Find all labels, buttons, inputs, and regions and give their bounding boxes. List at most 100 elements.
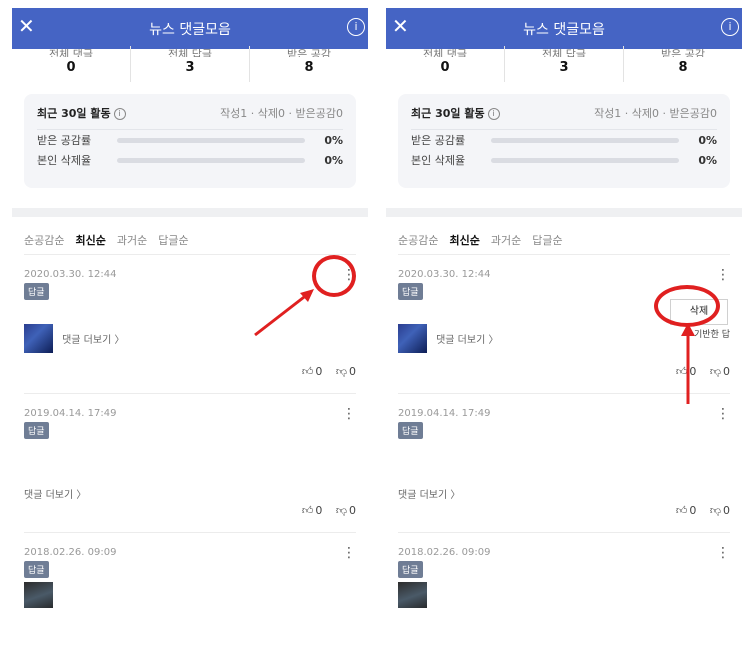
sort-tab-active[interactable]: 최신순 xyxy=(75,232,105,254)
rate-bar xyxy=(117,137,305,143)
article-thumbnail[interactable] xyxy=(24,324,53,353)
rate-row: 받은 공감률 0% xyxy=(411,130,717,150)
header-bar: ✕ 뉴스 댓글모음 i xyxy=(386,8,742,49)
sort-tabs: 순공감순 최신순 과거순 답글순 xyxy=(398,217,730,255)
stat-value: 0 xyxy=(440,60,450,75)
rate-bar xyxy=(491,157,679,163)
like-button[interactable]: 👍︎ 0 xyxy=(676,504,697,517)
reply-badge: 답글 xyxy=(398,561,423,578)
stat-replies: 전체 답글 3 xyxy=(504,46,623,82)
rate-bar xyxy=(491,137,679,143)
annotation-arrow-left xyxy=(254,289,314,337)
stat-label: 받은 공감 xyxy=(287,48,331,57)
activity-card: 최근 30일 활동 i 작성1 · 삭제0 · 받은공감0 받은 공감률 0% 본… xyxy=(398,94,730,188)
reply-badge: 답글 xyxy=(24,561,49,578)
header-bar: ✕ 뉴스 댓글모음 i xyxy=(12,8,368,49)
stat-label: 전체 댓글 xyxy=(423,48,467,57)
info-icon[interactable]: i xyxy=(721,18,739,36)
help-icon[interactable]: i xyxy=(113,108,126,120)
vote-buttons: 👍︎ 0 👎︎ 0 xyxy=(292,504,356,517)
sort-tab[interactable]: 과거순 xyxy=(117,232,147,254)
stats-row: 전체 댓글 0 전체 답글 3 받은 공감 8 xyxy=(12,46,368,82)
stat-comments: 전체 댓글 0 xyxy=(12,46,130,82)
vote-buttons: 👍︎ 0 👎︎ 0 xyxy=(292,365,356,378)
sort-tabs: 순공감순 최신순 과거순 답글순 xyxy=(24,217,356,255)
rate-value: 0% xyxy=(324,153,343,167)
page-title: 뉴스 댓글모음 xyxy=(149,22,231,38)
sort-tab[interactable]: 답글순 xyxy=(158,232,188,254)
rate-row: 본인 삭제율 0% xyxy=(411,150,717,170)
comment-item: 2018.02.26. 09:09 답글 ⋮ xyxy=(398,533,730,608)
more-options-icon[interactable]: ⋮ xyxy=(342,407,356,421)
section-divider xyxy=(12,208,368,217)
vote-buttons: 👍︎ 0 👎︎ 0 xyxy=(666,504,730,517)
activity-summary: 작성1 · 삭제0 · 받은공감0 xyxy=(594,107,717,120)
activity-title: 최근 30일 활동 i xyxy=(411,105,500,129)
rate-value: 0% xyxy=(698,153,717,167)
more-replies-link[interactable]: 댓글 더보기 〉 xyxy=(24,486,86,501)
reply-badge: 답글 xyxy=(398,422,423,439)
more-options-icon[interactable]: ⋮ xyxy=(716,546,730,560)
annotation-arrow-right xyxy=(681,323,695,404)
stat-value: 3 xyxy=(559,60,569,75)
comment-date: 2019.04.14. 17:49 xyxy=(24,408,117,419)
comment-item: 2019.04.14. 17:49 답글 ⋮ 댓글 더보기 〉 👍︎ 0 👎︎ 0 xyxy=(398,394,730,533)
dislike-button[interactable]: 👎︎ 0 xyxy=(336,504,356,517)
rate-label: 받은 공감률 xyxy=(411,134,466,147)
section-divider xyxy=(386,208,742,217)
stat-label: 전체 답글 xyxy=(168,48,212,57)
comment-date: 2018.02.26. 09:09 xyxy=(398,547,491,558)
sort-tab[interactable]: 과거순 xyxy=(491,232,521,254)
comment-date: 2018.02.26. 09:09 xyxy=(24,547,117,558)
stat-value: 8 xyxy=(678,60,688,75)
highlight-ring-delete xyxy=(654,285,720,327)
sort-tab[interactable]: 순공감순 xyxy=(24,232,64,254)
help-icon[interactable]: i xyxy=(487,108,500,120)
activity-card: 최근 30일 활동 i 작성1 · 삭제0 · 받은공감0 받은 공감률 0% 본… xyxy=(24,94,356,188)
stat-value: 3 xyxy=(185,60,195,75)
more-options-icon[interactable]: ⋮ xyxy=(716,268,730,282)
more-options-icon[interactable]: ⋮ xyxy=(342,546,356,560)
rate-label: 본인 삭제율 xyxy=(37,154,92,167)
activity-title: 최근 30일 활동 i xyxy=(37,105,126,129)
stat-likes: 받은 공감 8 xyxy=(623,46,742,82)
dislike-button[interactable]: 👎︎ 0 xyxy=(336,365,356,378)
dislike-button[interactable]: 👎︎ 0 xyxy=(710,365,730,378)
rate-bar xyxy=(117,157,305,163)
more-replies-link[interactable]: 댓글 더보기 〉 xyxy=(62,331,124,346)
info-icon[interactable]: i xyxy=(347,18,365,36)
more-replies-link[interactable]: 댓글 더보기 〉 xyxy=(398,486,460,501)
rate-label: 본인 삭제율 xyxy=(411,154,466,167)
stats-row: 전체 댓글 0 전체 답글 3 받은 공감 8 xyxy=(386,46,742,82)
article-thumbnail[interactable] xyxy=(398,324,427,353)
article-thumbnail[interactable] xyxy=(24,582,53,608)
reply-badge: 답글 xyxy=(24,283,49,300)
sort-tab-active[interactable]: 최신순 xyxy=(449,232,479,254)
rate-value: 0% xyxy=(698,133,717,147)
stat-value: 0 xyxy=(66,60,76,75)
like-button[interactable]: 👍︎ 0 xyxy=(302,365,323,378)
stat-likes: 받은 공감 8 xyxy=(249,46,368,82)
stat-label: 전체 답글 xyxy=(542,48,586,57)
sort-tab[interactable]: 답글순 xyxy=(532,232,562,254)
comment-item: 2019.04.14. 17:49 답글 ⋮ 댓글 더보기 〉 👍︎ 0 👎︎ 0 xyxy=(24,394,356,533)
reply-badge: 답글 xyxy=(24,422,49,439)
rate-row: 본인 삭제율 0% xyxy=(37,150,343,170)
comment-date: 2020.03.30. 12:44 xyxy=(398,269,491,280)
rate-label: 받은 공감률 xyxy=(37,134,92,147)
stat-label: 받은 공감 xyxy=(661,48,705,57)
page-title: 뉴스 댓글모음 xyxy=(523,22,605,38)
partial-comment-text: 기반한 답 xyxy=(694,330,730,340)
stat-comments: 전체 댓글 0 xyxy=(386,46,504,82)
dislike-button[interactable]: 👎︎ 0 xyxy=(710,504,730,517)
comment-date: 2020.03.30. 12:44 xyxy=(24,269,117,280)
stat-replies: 전체 답글 3 xyxy=(130,46,249,82)
like-button[interactable]: 👍︎ 0 xyxy=(302,504,323,517)
stat-value: 8 xyxy=(304,60,314,75)
article-thumbnail[interactable] xyxy=(398,582,427,608)
more-replies-link[interactable]: 댓글 더보기 〉 xyxy=(436,331,498,346)
more-options-icon[interactable]: ⋮ xyxy=(716,407,730,421)
stat-label: 전체 댓글 xyxy=(49,48,93,57)
sort-tab[interactable]: 순공감순 xyxy=(398,232,438,254)
rate-row: 받은 공감률 0% xyxy=(37,130,343,150)
